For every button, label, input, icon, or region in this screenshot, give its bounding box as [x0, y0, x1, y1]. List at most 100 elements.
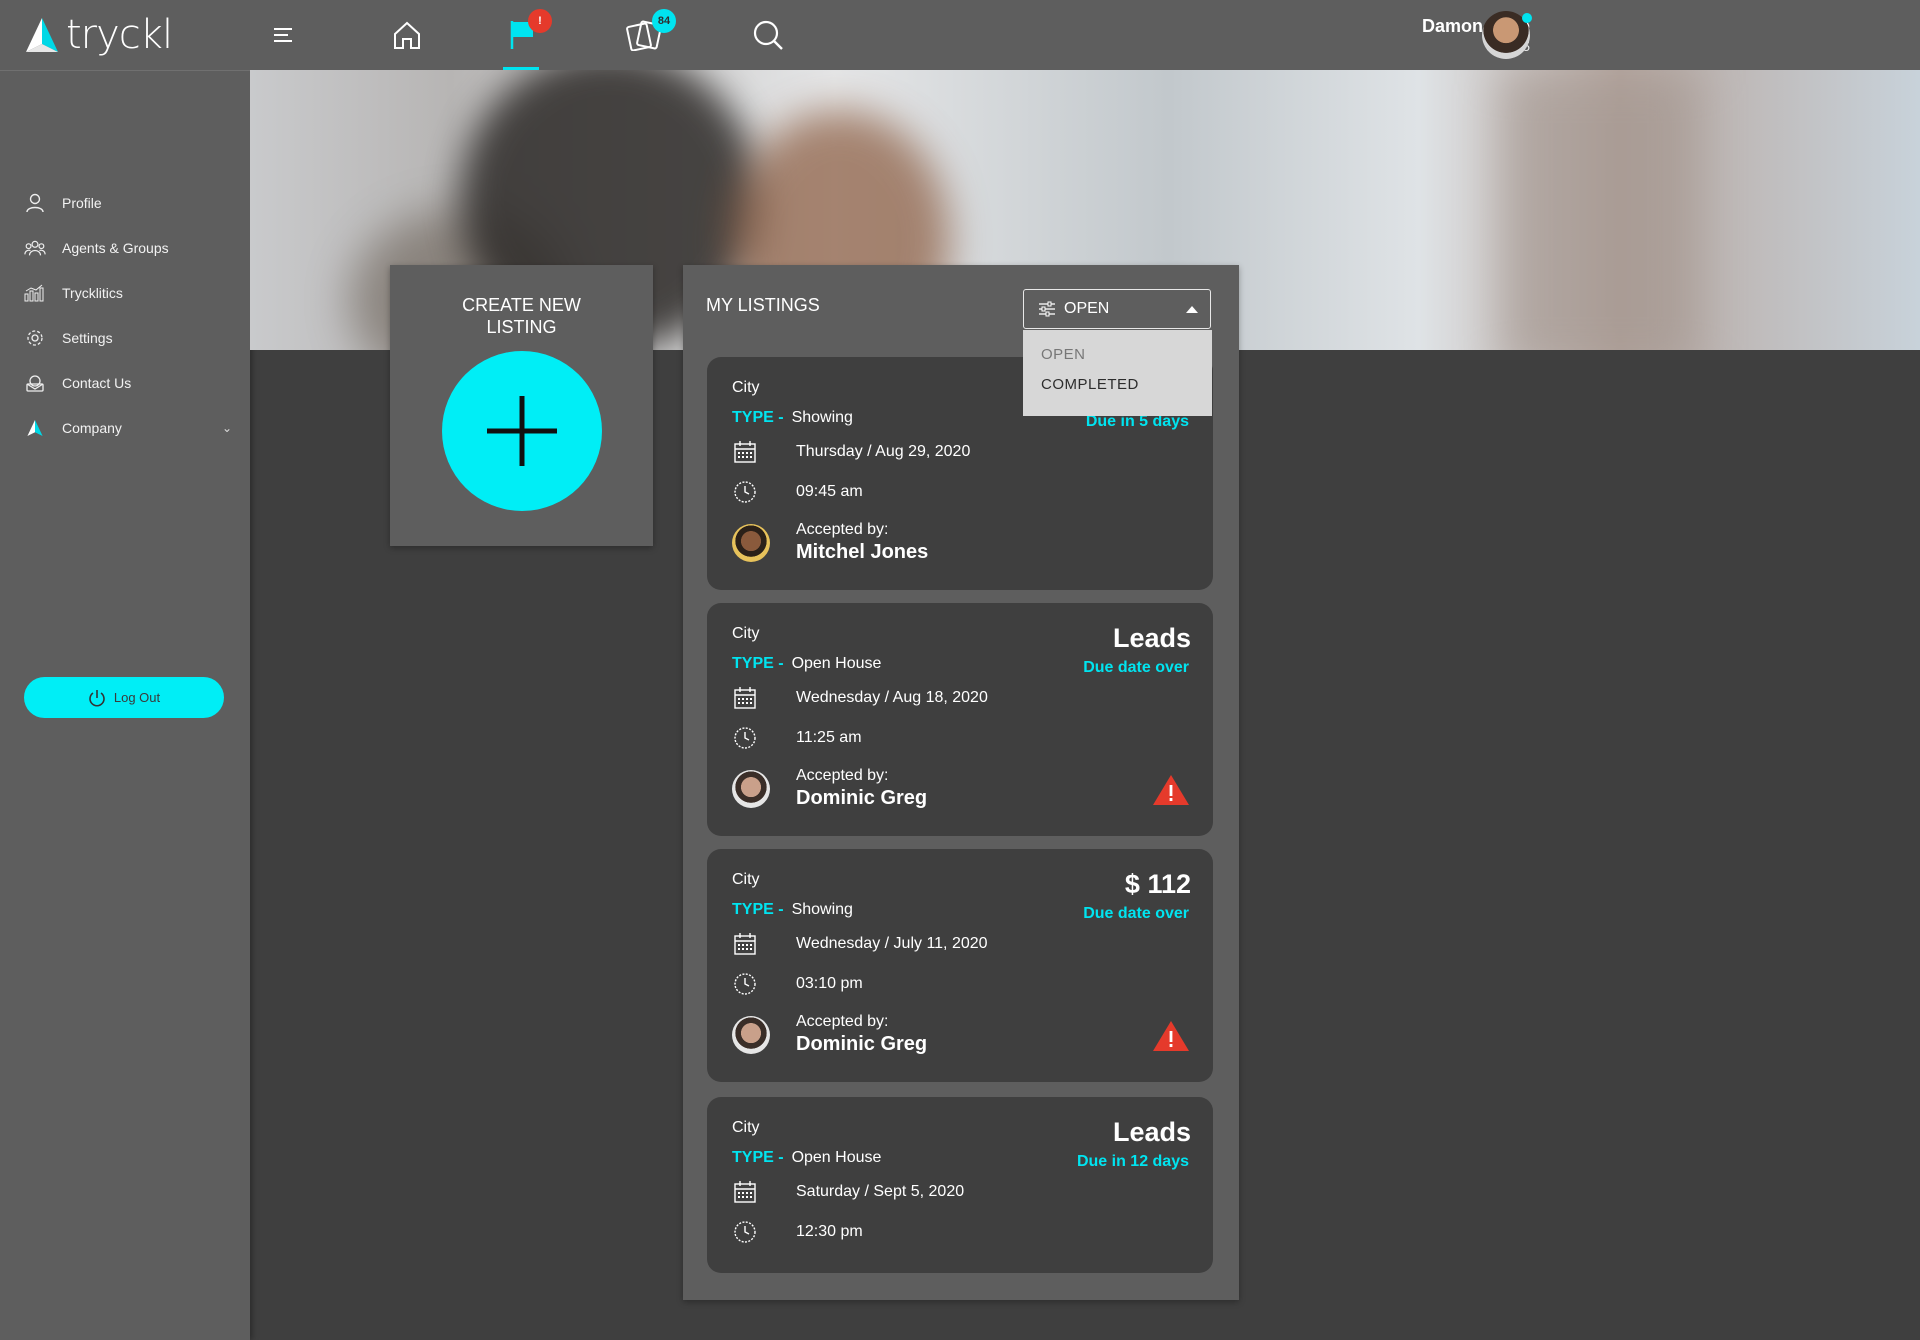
add-listing-button[interactable]: [442, 351, 602, 511]
sidebar-item-agents-groups[interactable]: Agents & Groups: [0, 225, 250, 270]
listing-reward: $ 112: [1124, 869, 1191, 899]
listing-type: TYPE - Showing: [732, 409, 853, 426]
accepted-by-label: Accepted by:: [796, 767, 889, 784]
listing-date: Wednesday / July 11, 2020: [796, 935, 988, 952]
sidebar-item-label: Contact Us: [62, 374, 132, 391]
listing-time-row: 12:30 pm: [732, 1219, 863, 1245]
calendar-icon: [732, 685, 758, 711]
clock-icon: [732, 725, 758, 751]
sidebar-item-label: Settings: [62, 329, 113, 346]
accepted-by-label: Accepted by:: [796, 1013, 889, 1030]
avatar[interactable]: [732, 1015, 770, 1054]
create-listing-card[interactable]: CREATE NEW LISTING: [390, 265, 653, 546]
sidebar-item-profile[interactable]: Profile: [0, 180, 250, 225]
sidebar-item-trycklitics[interactable]: Trycklitics: [0, 270, 250, 315]
listing-type: TYPE - Open House: [732, 1149, 882, 1166]
group-icon: [24, 237, 46, 259]
listing-time-row: 03:10 pm: [732, 971, 863, 997]
listing-date: Wednesday / Aug 18, 2020: [796, 689, 988, 706]
listing-due-status: Due in 12 days: [1076, 1153, 1189, 1170]
listing-type: TYPE - Open House: [732, 655, 882, 672]
clock-icon: [732, 1219, 758, 1245]
sidebar-item-label: Trycklitics: [62, 284, 123, 301]
my-listings-panel: MY LISTINGS OPEN OPEN COMPLETED City Due…: [683, 265, 1239, 1300]
listing-reward: Leads: [1112, 1117, 1191, 1147]
status-filter-select[interactable]: OPEN: [1023, 289, 1211, 329]
caret-up-icon: [1186, 306, 1198, 313]
sidebar-item-contact-us[interactable]: Contact Us: [0, 360, 250, 405]
sidebar-item-label: Company: [62, 419, 122, 436]
listing-card[interactable]: City $ 112 Due date over TYPE - Showing W…: [707, 849, 1213, 1082]
calendar-icon: [732, 931, 758, 957]
accepted-by: Accepted by: Dominic Greg: [732, 1013, 927, 1056]
listing-reward: Leads: [1112, 623, 1191, 653]
notification-badge: !: [528, 9, 552, 33]
listing-card[interactable]: City Leads Due date over TYPE - Open Hous…: [707, 603, 1213, 836]
warning-icon: [1153, 775, 1189, 805]
gear-icon: [24, 327, 46, 349]
home-icon[interactable]: [387, 15, 427, 55]
cards-count-badge: 84: [652, 9, 676, 33]
create-title-line1: CREATE NEW: [462, 295, 581, 315]
listing-date-row: Saturday / Sept 5, 2020: [732, 1179, 964, 1205]
listing-time: 12:30 pm: [796, 1223, 863, 1240]
accepted-by-name: Dominic Greg: [796, 787, 928, 809]
listing-card[interactable]: City Leads Due in 12 days TYPE - Open Hou…: [707, 1097, 1213, 1273]
search-icon[interactable]: [748, 15, 788, 55]
listing-type: TYPE - Showing: [732, 901, 853, 918]
listing-date-row: Thursday / Aug 29, 2020: [732, 439, 970, 465]
status-filter-dropdown: OPEN COMPLETED: [1023, 330, 1212, 416]
listing-due-status: Due date over: [1083, 659, 1189, 676]
brand-logo[interactable]: tryckl: [0, 0, 250, 71]
listing-date-row: Wednesday / July 11, 2020: [732, 931, 988, 957]
listing-time: 09:45 am: [796, 483, 863, 500]
cards-tab[interactable]: 84: [624, 9, 676, 55]
listing-city: City: [732, 1119, 760, 1136]
avatar[interactable]: [732, 769, 770, 808]
listing-city: City: [732, 379, 760, 396]
listing-date: Thursday / Aug 29, 2020: [796, 443, 971, 460]
company-logo-icon: [24, 417, 46, 439]
calendar-icon: [732, 439, 758, 465]
filter-sliders-icon: [1039, 301, 1055, 317]
tryckl-logo-icon: [26, 18, 58, 52]
my-listings-title: MY LISTINGS: [706, 295, 820, 315]
online-status-dot: [1522, 13, 1532, 23]
create-title-line2: LISTING: [486, 317, 557, 337]
sidebar-item-label: Profile: [62, 194, 102, 211]
analytics-icon: [24, 282, 46, 304]
menu-icon[interactable]: [264, 15, 304, 55]
listing-time-row: 11:25 am: [732, 725, 862, 751]
logout-button[interactable]: Log Out: [24, 677, 224, 718]
warning-icon: [1153, 1021, 1189, 1051]
filter-option-open[interactable]: OPEN: [1023, 340, 1212, 370]
top-bar: ! 84 Damon Luke $ 19.75: [250, 0, 1920, 70]
brand-name: tryckl: [66, 12, 173, 58]
accepted-by: Accepted by: Mitchel Jones: [732, 521, 928, 564]
logout-label: Log Out: [113, 690, 161, 705]
listing-city: City: [732, 871, 760, 888]
sidebar: tryckl Profile Agents & Groups Tryckliti…: [0, 0, 250, 1340]
chevron-down-icon[interactable]: ⌄: [222, 421, 232, 435]
listing-time: 03:10 pm: [796, 975, 863, 992]
listing-due-status: Due date over: [1083, 905, 1189, 922]
sidebar-item-company[interactable]: Company ⌄: [0, 405, 250, 450]
filter-value: OPEN: [1064, 300, 1110, 317]
user-icon: [24, 192, 46, 214]
listings-flag-tab[interactable]: !: [502, 9, 552, 55]
sidebar-item-settings[interactable]: Settings: [0, 315, 250, 360]
clock-icon: [732, 971, 758, 997]
contact-icon: [24, 372, 46, 394]
clock-icon: [732, 479, 758, 505]
accepted-by-name: Mitchel Jones: [796, 541, 929, 563]
avatar[interactable]: [732, 523, 770, 562]
listing-time-row: 09:45 am: [732, 479, 863, 505]
power-icon: [89, 689, 105, 706]
accepted-by-name: Dominic Greg: [796, 1033, 928, 1055]
accepted-by-label: Accepted by:: [796, 521, 889, 538]
accepted-by: Accepted by: Dominic Greg: [732, 767, 927, 810]
listing-date: Saturday / Sept 5, 2020: [796, 1183, 965, 1200]
filter-option-completed[interactable]: COMPLETED: [1023, 370, 1212, 400]
sidebar-nav: Profile Agents & Groups Trycklitics Sett…: [0, 180, 250, 450]
create-listing-title: CREATE NEW LISTING: [390, 294, 653, 338]
